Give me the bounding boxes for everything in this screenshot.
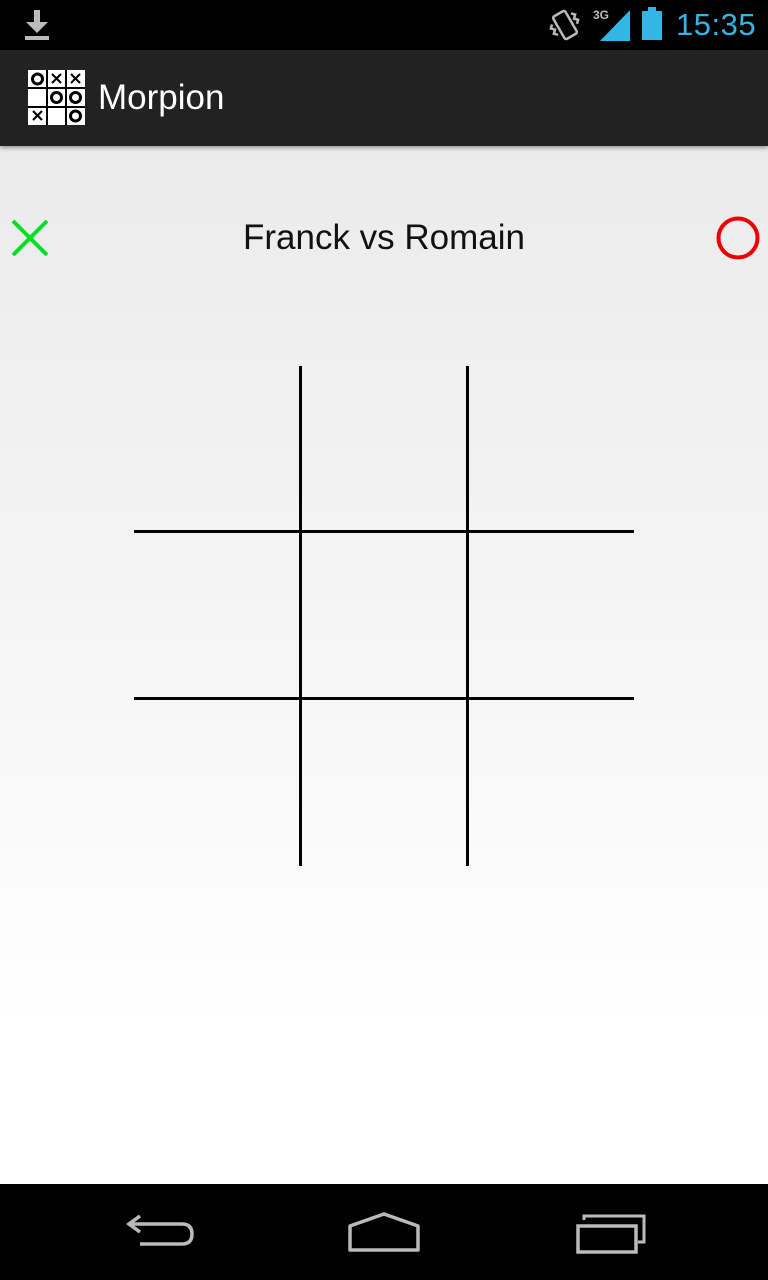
board-cell-3-1[interactable] — [134, 700, 300, 866]
board-cell-2-2[interactable] — [301, 533, 467, 699]
board-cell-1-2[interactable] — [301, 366, 467, 532]
grid-line-horizontal — [134, 697, 634, 700]
recents-button[interactable] — [570, 1206, 650, 1258]
player-o-icon — [716, 216, 760, 260]
board-cell-1-3[interactable] — [468, 366, 634, 532]
player-x-icon — [11, 219, 49, 257]
grid-line-horizontal — [134, 530, 634, 533]
download-icon — [25, 10, 49, 40]
clock: 15:35 — [676, 7, 757, 42]
home-icon — [348, 1212, 420, 1252]
tic-tac-toe-app-icon[interactable] — [28, 70, 85, 125]
back-button[interactable] — [120, 1206, 200, 1258]
app-title: Morpion — [98, 78, 225, 117]
board-cell-1-1[interactable] — [134, 366, 300, 532]
status-bar: 3G 15:35 — [0, 0, 768, 50]
match-title: Franck vs Romain — [242, 218, 526, 257]
board-cell-2-3[interactable] — [468, 533, 634, 699]
back-icon — [126, 1214, 194, 1246]
recents-icon — [576, 1214, 646, 1254]
game-screen: Franck vs Romain — [0, 146, 768, 1184]
board-cell-3-3[interactable] — [468, 700, 634, 866]
action-bar: Morpion — [0, 50, 768, 146]
board-cell-2-1[interactable] — [134, 533, 300, 699]
grid-line-vertical — [466, 366, 469, 866]
signal-icon: 3G — [593, 8, 630, 41]
network-type-label: 3G — [593, 8, 609, 22]
navigation-bar — [0, 1184, 768, 1280]
home-button[interactable] — [344, 1206, 424, 1258]
board-cell-3-2[interactable] — [301, 700, 467, 866]
vibrate-icon — [549, 9, 580, 41]
game-board — [134, 366, 634, 866]
grid-line-vertical — [299, 366, 302, 866]
battery-icon — [642, 7, 662, 40]
